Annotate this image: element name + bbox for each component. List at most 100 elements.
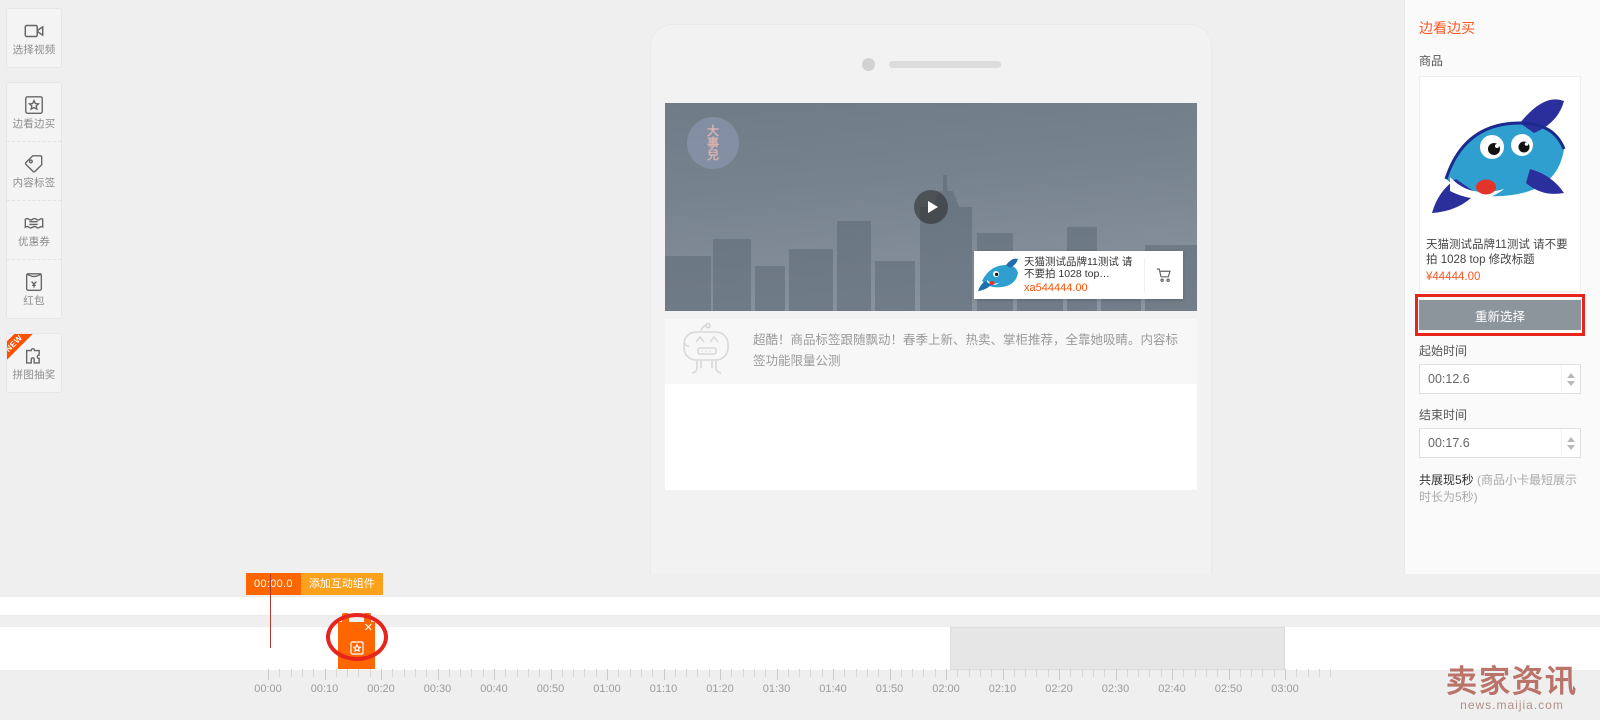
product-overlay-card[interactable]: 天猫测试品牌11测试 请不要拍 1028 top… xa544444.00 (974, 251, 1183, 299)
ruler-tick-minor (912, 669, 914, 677)
ruler-tick-minor (1081, 669, 1083, 677)
add-component-button[interactable]: 添加互动组件 (300, 573, 383, 595)
sidebar-item-puzzle-lottery[interactable]: NEW 拼图抽奖 (7, 334, 61, 392)
ruler-tick (946, 669, 947, 680)
site-watermark: 卖家资讯 news.maijia.com (1446, 665, 1578, 712)
ruler-tick (833, 669, 834, 680)
ruler-label: 00:50 (536, 683, 565, 695)
ruler-tick-minor (1025, 669, 1027, 677)
chevron-down-icon[interactable] (1567, 444, 1575, 450)
selected-product-card: 天猫测试品牌11测试 请不要拍 1028 top 修改标题 ¥44444.00 (1419, 76, 1581, 292)
ruler-label: 00:30 (423, 683, 452, 695)
ruler-tick-minor (369, 669, 371, 677)
ruler-tick-minor (708, 669, 710, 677)
ruler-tick-minor (1183, 669, 1185, 677)
tool-group-lottery: NEW 拼图抽奖 (6, 333, 62, 393)
ruler-tick-minor (1070, 669, 1072, 677)
tool-group-interactive: 边看边买 内容标签 优惠券 红包 (6, 82, 62, 319)
start-time-input[interactable] (1420, 365, 1561, 393)
start-time-field[interactable] (1419, 364, 1581, 394)
ruler-tick-minor (1262, 669, 1264, 677)
timeline-track[interactable] (0, 626, 1600, 671)
video-player[interactable]: 大事兒 天猫测试品牌11测试 请不要拍 1028 top… xa544444.0… (665, 103, 1197, 311)
caption-text: 超酷！商品标签跟随飘动！春季上新、热卖、掌柜推荐，全靠她吸睛。内容标签功能限量公… (753, 333, 1179, 368)
ruler-tick-minor (1194, 669, 1196, 677)
ruler-tick (1172, 669, 1173, 680)
ruler-label: 01:30 (762, 683, 791, 695)
ruler-tick-minor (979, 669, 981, 677)
ruler-tick-minor (448, 669, 450, 677)
sidebar-item-content-tag[interactable]: 内容标签 (7, 141, 61, 200)
ruler-tick-minor (900, 669, 902, 677)
reselect-button-wrapper: 重新选择 (1415, 294, 1585, 336)
ruler-tick (550, 669, 552, 680)
ruler-tick-minor (753, 669, 755, 677)
star-box-icon (23, 94, 45, 116)
ruler-label: 02:40 (1158, 683, 1186, 695)
close-icon[interactable]: ✕ (364, 623, 373, 634)
chevron-up-icon[interactable] (1567, 372, 1575, 378)
video-watermark-badge: 大事兒 (687, 117, 739, 169)
ruler-tick-minor (1239, 669, 1241, 677)
reselect-button[interactable]: 重新选择 (1419, 300, 1581, 330)
product-overlay-thumbnail (976, 253, 1020, 297)
phone-status-bar (651, 25, 1211, 103)
sidebar-item-shop-while-watch[interactable]: 边看边买 (7, 83, 61, 141)
ruler-tick-minor (1251, 669, 1253, 677)
end-time-field[interactable] (1419, 428, 1581, 458)
product-price: ¥44444.00 (1426, 271, 1481, 283)
timeline: 00:00.0 添加互动组件 ✕ 00:00 00:10 00:20 00:30 00:… (0, 573, 1600, 720)
chevron-up-icon[interactable] (1567, 436, 1575, 442)
ruler-tick-minor (652, 669, 654, 677)
shopping-cart-icon[interactable] (1144, 258, 1183, 292)
ruler-tick-minor (1205, 669, 1207, 677)
ruler-tick-minor (957, 669, 959, 677)
ruler-tick (268, 669, 269, 680)
chevron-down-icon[interactable] (1567, 380, 1575, 386)
coupon-icon (23, 212, 45, 234)
red-packet-icon (23, 271, 45, 293)
timeline-component-marker[interactable]: ✕ (338, 613, 375, 669)
video-watermark-text: 大事兒 (706, 124, 719, 162)
end-time-input[interactable] (1420, 429, 1561, 457)
ruler-tick (1285, 669, 1286, 680)
caption-banner: 超酷！商品标签跟随飘动！春季上新、热卖、掌柜推荐，全靠她吸睛。内容标签功能限量公… (665, 317, 1197, 384)
ruler-tick-minor (527, 669, 529, 677)
timeline-strip[interactable] (0, 596, 1600, 616)
ruler-tick-minor (335, 669, 337, 677)
play-button[interactable] (914, 190, 948, 224)
tool-group-video: 选择视频 (6, 8, 62, 68)
ruler-tick-minor (573, 669, 575, 677)
ruler-label: 02:00 (932, 683, 960, 695)
speaker-bar-icon (888, 60, 1001, 68)
ruler-label: 01:40 (819, 683, 847, 695)
end-time-stepper[interactable] (1561, 429, 1580, 457)
price-tag-icon (23, 153, 45, 175)
ruler-tick-minor (799, 669, 801, 677)
sidebar-item-red-packet[interactable]: 红包 (7, 259, 61, 318)
sidebar-item-label: 选择视频 (12, 44, 56, 57)
ruler-tick-minor (810, 669, 812, 677)
robot-icon (677, 322, 739, 379)
ruler-tick (437, 669, 439, 680)
ruler-tick-minor (1047, 669, 1049, 677)
ruler-tick-minor (471, 669, 473, 677)
ruler-tick (1002, 669, 1004, 680)
timeline-used-range[interactable] (950, 627, 1285, 670)
ruler-label: 00:20 (367, 683, 395, 695)
start-time-stepper[interactable] (1561, 365, 1580, 393)
ruler-tick-minor (414, 669, 416, 677)
sidebar-item-coupon[interactable]: 优惠券 (7, 200, 61, 259)
sidebar-item-select-video[interactable]: 选择视频 (7, 9, 61, 67)
ruler-tick-minor (1013, 669, 1015, 677)
ruler-tick-minor (460, 669, 462, 677)
sidebar-item-label: 拼图抽奖 (12, 369, 56, 382)
ruler-tick-minor (1092, 669, 1094, 677)
ruler-tick (607, 669, 608, 680)
timeline-playhead[interactable] (270, 574, 271, 648)
timeline-ruler: 00:00 00:10 00:20 00:30 00:40 00:50 01:00 01:10… (0, 669, 1600, 699)
ruler-tick-minor (561, 669, 563, 677)
ruler-label: 02:10 (988, 683, 1017, 695)
product-section-label: 商品 (1419, 54, 1444, 68)
ruler-tick-minor (618, 669, 620, 677)
